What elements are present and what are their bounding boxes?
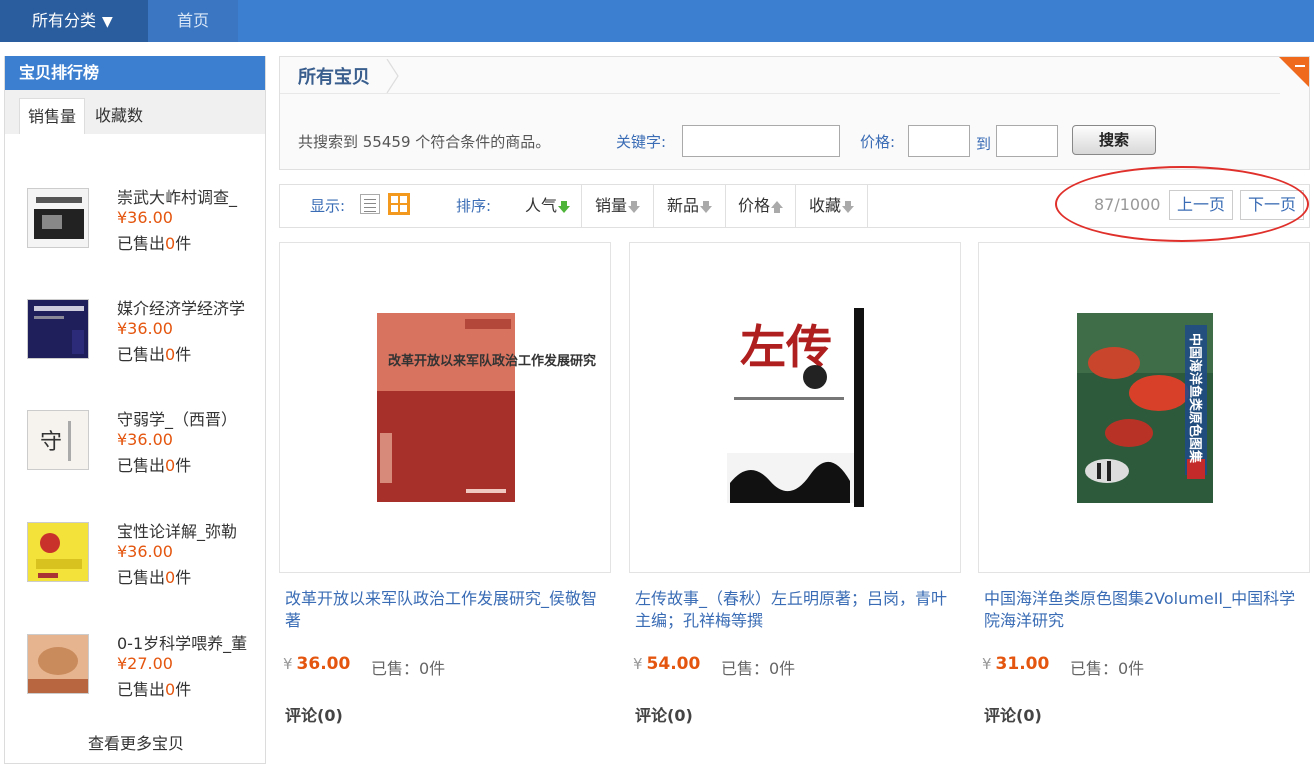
price-label: 价格: — [860, 133, 896, 151]
ranking-item-sold: 已售出0件 — [117, 345, 192, 364]
all-categories-button[interactable]: 所有分类 ▼ — [0, 0, 148, 42]
more-items-link[interactable]: 查看更多宝贝 — [5, 730, 267, 754]
product-title[interactable]: 中国海洋鱼类原色图集2VolumeII_中国科学院海洋研究 — [984, 588, 1304, 632]
product-price: ¥54.00 — [633, 654, 701, 674]
ranking-item-sold: 已售出0件 — [117, 568, 192, 587]
home-link[interactable]: 首页 — [148, 0, 238, 42]
page-indicator: 87/1000 — [1094, 195, 1161, 214]
ranking-item-price: ¥27.00 — [117, 654, 173, 673]
book-cover-image: 改革开放以来军队政治工作发展研究 — [377, 313, 596, 502]
list-toolbar: 显示: 排序: 人气 销量 新品 价格 收藏 87/1000 上一页 下一页 — [279, 184, 1310, 228]
next-page-button[interactable]: 下一页 — [1240, 190, 1305, 220]
all-categories-label: 所有分类 — [32, 11, 97, 30]
book-cover-image: 左传 — [727, 308, 864, 507]
breadcrumb: 所有宝贝 — [280, 57, 1280, 94]
search-button[interactable]: 搜索 — [1072, 125, 1156, 155]
product-reviews[interactable]: 评论(0) — [984, 702, 1042, 726]
book-thumbnail[interactable]: 守 — [27, 410, 89, 470]
arrow-up-icon — [771, 200, 783, 213]
sort-new[interactable]: 新品 — [654, 185, 726, 227]
cover-title-text: 改革开放以来军队政治工作发展研究 — [388, 353, 596, 369]
book-thumbnail[interactable] — [27, 522, 89, 582]
product-reviews[interactable]: 评论(0) — [635, 702, 693, 726]
ranking-item[interactable]: 崇武大岞村调查_ ¥36.00 已售出0件 — [5, 188, 267, 298]
cover-title-text: 中国海洋鱼类原色图集 — [1187, 333, 1203, 464]
ranking-item-sold: 已售出0件 — [117, 456, 192, 475]
product-image[interactable]: 中国海洋鱼类原色图集 — [978, 242, 1310, 573]
product-title[interactable]: 改革开放以来军队政治工作发展研究_侯敬智著 — [285, 588, 605, 632]
top-nav: 所有分类 ▼ 首页 — [0, 0, 1314, 42]
sort-price[interactable]: 价格 — [726, 185, 796, 227]
product-sold: 已售：0件 — [371, 659, 446, 678]
keyword-label: 关键字: — [616, 133, 667, 151]
product-card: 中国海洋鱼类原色图集 中国海洋鱼类原色图集2VolumeII_中国科学院海洋研究… — [978, 242, 1310, 762]
ranking-item[interactable]: 媒介经济学经济学 ¥36.00 已售出0件 — [5, 299, 267, 409]
keyword-input[interactable] — [682, 125, 840, 157]
product-image[interactable]: 改革开放以来军队政治工作发展研究 — [279, 242, 611, 573]
product-card: 改革开放以来军队政治工作发展研究 改革开放以来军队政治工作发展研究_侯敬智著 ¥… — [279, 242, 611, 762]
search-panel: 所有宝贝 共搜索到 55459 个符合条件的商品。 关键字: 价格: 到 搜索 — [279, 56, 1310, 170]
sort-label: 排序: — [456, 197, 492, 215]
product-sold: 已售：0件 — [1070, 659, 1145, 678]
arrow-down-icon — [842, 200, 854, 213]
product-reviews[interactable]: 评论(0) — [285, 702, 343, 726]
grid-view-icon[interactable] — [388, 193, 410, 215]
price-max-input[interactable] — [996, 125, 1058, 157]
result-count-text: 共搜索到 55459 个符合条件的商品。 — [298, 133, 551, 151]
arrow-down-icon — [628, 200, 640, 213]
price-min-input[interactable] — [908, 125, 970, 157]
caret-down-icon: ▼ — [102, 14, 113, 30]
book-thumbnail[interactable] — [27, 634, 89, 694]
book-cover-image: 中国海洋鱼类原色图集 — [1077, 313, 1213, 503]
ranking-item-sold: 已售出0件 — [117, 680, 192, 699]
ranking-item-name[interactable]: 崇武大岞村调查_ — [117, 184, 257, 208]
book-thumbnail[interactable] — [27, 299, 89, 359]
ranking-item-price: ¥36.00 — [117, 208, 173, 227]
price-to-label: 到 — [976, 135, 992, 153]
arrow-down-green-icon — [558, 200, 570, 213]
ranking-tabs: 销售量 收藏数 — [5, 90, 265, 134]
list-view-icon[interactable] — [360, 194, 380, 214]
tab-favorites[interactable]: 收藏数 — [87, 98, 151, 134]
ranking-item-sold: 已售出0件 — [117, 234, 192, 253]
book-thumbnail[interactable] — [27, 188, 89, 248]
ranking-item-price: ¥36.00 — [117, 319, 173, 338]
ranking-item[interactable]: 守 守弱学_（西晋） ¥36.00 已售出0件 — [5, 410, 267, 520]
product-title[interactable]: 左传故事_（春秋）左丘明原著；吕岗，青叶主编；孔祥梅等撰 — [635, 588, 955, 632]
product-price: ¥31.00 — [982, 654, 1050, 674]
ranking-item[interactable]: 宝性论详解_弥勒 ¥36.00 已售出0件 — [5, 522, 267, 632]
ranking-item-name[interactable]: 宝性论详解_弥勒 — [117, 518, 257, 542]
display-label: 显示: — [310, 197, 346, 215]
ranking-sidebar: 宝贝排行榜 销售量 收藏数 崇武大岞村调查_ ¥36.00 已售出0件 媒介经济… — [4, 56, 266, 764]
ranking-item-name[interactable]: 0-1岁科学喂养_董 — [117, 630, 257, 654]
breadcrumb-chevron-icon — [386, 59, 399, 93]
svg-text:守: 守 — [40, 430, 62, 455]
ranking-item-name[interactable]: 守弱学_（西晋） — [117, 406, 257, 430]
product-price: ¥36.00 — [283, 654, 351, 674]
product-image[interactable]: 左传 — [629, 242, 961, 573]
tab-sales[interactable]: 销售量 — [19, 98, 86, 134]
product-card: 左传 左传故事_（春秋）左丘明原著；吕岗，青叶主编；孔祥梅等撰 ¥54.00 已… — [629, 242, 961, 762]
ranking-item-price: ¥36.00 — [117, 430, 173, 449]
sort-favorites[interactable]: 收藏 — [796, 185, 868, 227]
breadcrumb-label: 所有宝贝 — [298, 67, 370, 88]
arrow-down-icon — [700, 200, 712, 213]
sort-popularity[interactable]: 人气 — [514, 185, 582, 227]
ranking-item-name[interactable]: 媒介经济学经济学 — [117, 295, 257, 319]
search-row: 共搜索到 55459 个符合条件的商品。 关键字: 价格: 到 搜索 — [280, 125, 1310, 157]
prev-page-button[interactable]: 上一页 — [1169, 190, 1234, 220]
ranking-item[interactable]: 0-1岁科学喂养_董 ¥27.00 已售出0件 — [5, 634, 267, 744]
sort-sales[interactable]: 销量 — [582, 185, 654, 227]
corner-flag-icon — [1279, 57, 1309, 87]
ranking-item-price: ¥36.00 — [117, 542, 173, 561]
ranking-title: 宝贝排行榜 — [5, 56, 265, 90]
product-sold: 已售：0件 — [721, 659, 796, 678]
